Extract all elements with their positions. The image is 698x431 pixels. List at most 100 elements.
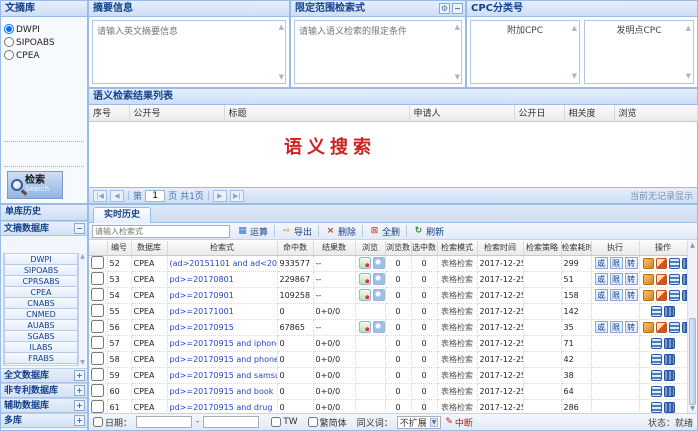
全删-button[interactable]: ⊠全删: [365, 224, 404, 238]
browse-zoom-icon[interactable]: [373, 289, 385, 301]
exec-转-button[interactable]: 转: [625, 289, 638, 301]
row-select-checkbox[interactable]: [91, 368, 104, 381]
query-input[interactable]: [92, 225, 230, 238]
history-col-header[interactable]: 检索时间: [477, 241, 523, 255]
expand-icon[interactable]: +: [74, 400, 85, 411]
scroll-up-icon[interactable]: ▲: [80, 253, 85, 260]
next-page-button[interactable]: ▶: [213, 190, 227, 202]
save-icon[interactable]: [669, 322, 680, 333]
scrollbar-thumb[interactable]: [689, 318, 696, 405]
history-col-header[interactable]: 选中数: [411, 241, 437, 255]
row-query-link[interactable]: pd>=20170915: [170, 323, 234, 332]
row-select-checkbox[interactable]: [91, 384, 104, 397]
browse-chart-icon[interactable]: [359, 273, 371, 285]
history-col-header[interactable]: 检索式: [167, 241, 277, 255]
library-radio-sipoabs[interactable]: [4, 37, 14, 47]
trash-icon[interactable]: [664, 386, 675, 397]
date-from-input[interactable]: [136, 416, 192, 428]
exec-或-button[interactable]: 或: [595, 273, 608, 285]
browse-zoom-icon[interactable]: [373, 321, 385, 333]
results-col-header[interactable]: 相关度: [564, 105, 614, 121]
sidebar-group-全文数据库[interactable]: 全文数据库+: [1, 368, 87, 383]
scroll-down-icon[interactable]: ▼: [686, 72, 691, 80]
trash-icon[interactable]: [664, 306, 675, 317]
analyze-icon[interactable]: [643, 258, 654, 269]
last-page-button[interactable]: ▶|: [230, 190, 244, 202]
analyze-icon[interactable]: [643, 322, 654, 333]
prev-page-button[interactable]: ◀: [110, 190, 124, 202]
history-col-header[interactable]: 执行: [591, 241, 639, 255]
row-select-checkbox[interactable]: [91, 352, 104, 365]
save-icon[interactable]: [651, 386, 662, 397]
scroll-down-icon[interactable]: ▼: [279, 73, 284, 81]
history-scrollbar[interactable]: ▲ ▼: [687, 241, 697, 413]
save-icon[interactable]: [651, 402, 662, 413]
exec-限-button[interactable]: 限: [610, 273, 623, 285]
exec-或-button[interactable]: 或: [595, 257, 608, 269]
row-query-link[interactable]: pd>=20170801: [170, 275, 234, 284]
library-option-sipoabs[interactable]: SIPOABS: [4, 37, 84, 48]
results-col-header[interactable]: 标题: [224, 105, 409, 121]
scroll-down-icon[interactable]: ▼: [80, 359, 85, 366]
row-query-link[interactable]: pd>=20170915 and iphone: [170, 339, 278, 348]
删除-button[interactable]: ×删除: [321, 224, 360, 238]
sidebar-scrollbar[interactable]: ▲ ▼: [79, 253, 86, 366]
save-icon[interactable]: [651, 370, 662, 381]
export-icon[interactable]: [656, 274, 667, 285]
scroll-up-icon[interactable]: ▲: [686, 24, 691, 32]
运算-button[interactable]: ▦运算: [233, 224, 272, 238]
row-select-checkbox[interactable]: [91, 336, 104, 349]
history-col-header[interactable]: 浏览数: [385, 241, 411, 255]
date-filter-checkbox[interactable]: [93, 417, 103, 427]
exec-限-button[interactable]: 限: [610, 289, 623, 301]
exec-转-button[interactable]: 转: [625, 273, 638, 285]
browse-zoom-icon[interactable]: [373, 257, 385, 269]
tw-checkbox[interactable]: [271, 417, 281, 427]
expand-icon[interactable]: +: [74, 415, 85, 426]
scroll-up-icon[interactable]: ▲: [688, 242, 697, 249]
history-col-header[interactable]: 操作: [639, 241, 687, 255]
date-filter-checkbox-label[interactable]: 日期：: [93, 416, 132, 429]
row-query-link[interactable]: pd>=20170901: [170, 291, 234, 300]
导出-button[interactable]: ⇨导出: [277, 224, 316, 238]
scroll-up-icon[interactable]: ▲: [279, 23, 284, 31]
save-icon[interactable]: [669, 258, 680, 269]
library-option-dwpi[interactable]: DWPI: [4, 24, 84, 35]
trash-icon[interactable]: [664, 370, 675, 381]
cpc-invention-box[interactable]: 发明点CPC ▲ ▼: [584, 20, 694, 84]
results-col-header[interactable]: 公开日: [514, 105, 564, 121]
collapse-icon[interactable]: −: [74, 223, 85, 234]
first-page-button[interactable]: |◀: [93, 190, 107, 202]
row-select-checkbox[interactable]: [91, 304, 104, 317]
row-select-checkbox[interactable]: [91, 256, 104, 269]
row-query-link[interactable]: pd>=20170915 and phone: [170, 355, 278, 364]
sidebar-group-非专利数据库[interactable]: 非专利数据库+: [1, 383, 87, 398]
scope-input[interactable]: [294, 20, 462, 84]
exec-或-button[interactable]: 或: [595, 321, 608, 333]
row-select-checkbox[interactable]: [91, 272, 104, 285]
history-col-header[interactable]: 浏览: [355, 241, 385, 255]
sidebar-group-多库[interactable]: 多库+: [1, 413, 87, 428]
interrupt-button[interactable]: ✎ 中断: [445, 416, 473, 429]
row-query-link[interactable]: pd>=20170915 and book: [170, 387, 274, 396]
results-col-header[interactable]: 公开号: [129, 105, 224, 121]
history-col-header[interactable]: 检索耗时..: [561, 241, 591, 255]
library-radio-cpea[interactable]: [4, 50, 14, 60]
save-icon[interactable]: [651, 354, 662, 365]
trash-icon[interactable]: [664, 354, 675, 365]
sidebar-db-lexis[interactable]: LEXIS: [4, 363, 78, 366]
row-select-checkbox[interactable]: [91, 288, 104, 301]
row-query-link[interactable]: pd>=20170915 and samsung: [170, 371, 278, 380]
trash-icon[interactable]: [664, 402, 675, 413]
tab-realtime-history[interactable]: 实时历史: [93, 207, 151, 223]
sidebar-group-abstract-db[interactable]: 文摘数据库 −: [1, 221, 87, 236]
library-option-cpea[interactable]: CPEA: [4, 50, 84, 61]
save-icon[interactable]: [669, 290, 680, 301]
browse-chart-icon[interactable]: [359, 321, 371, 333]
save-icon[interactable]: [651, 306, 662, 317]
results-col-header[interactable]: 序号: [89, 105, 129, 121]
abstract-input[interactable]: [92, 20, 286, 84]
date-to-input[interactable]: [203, 416, 259, 428]
expand-icon[interactable]: +: [74, 385, 85, 396]
scroll-down-icon[interactable]: ▼: [688, 405, 697, 412]
